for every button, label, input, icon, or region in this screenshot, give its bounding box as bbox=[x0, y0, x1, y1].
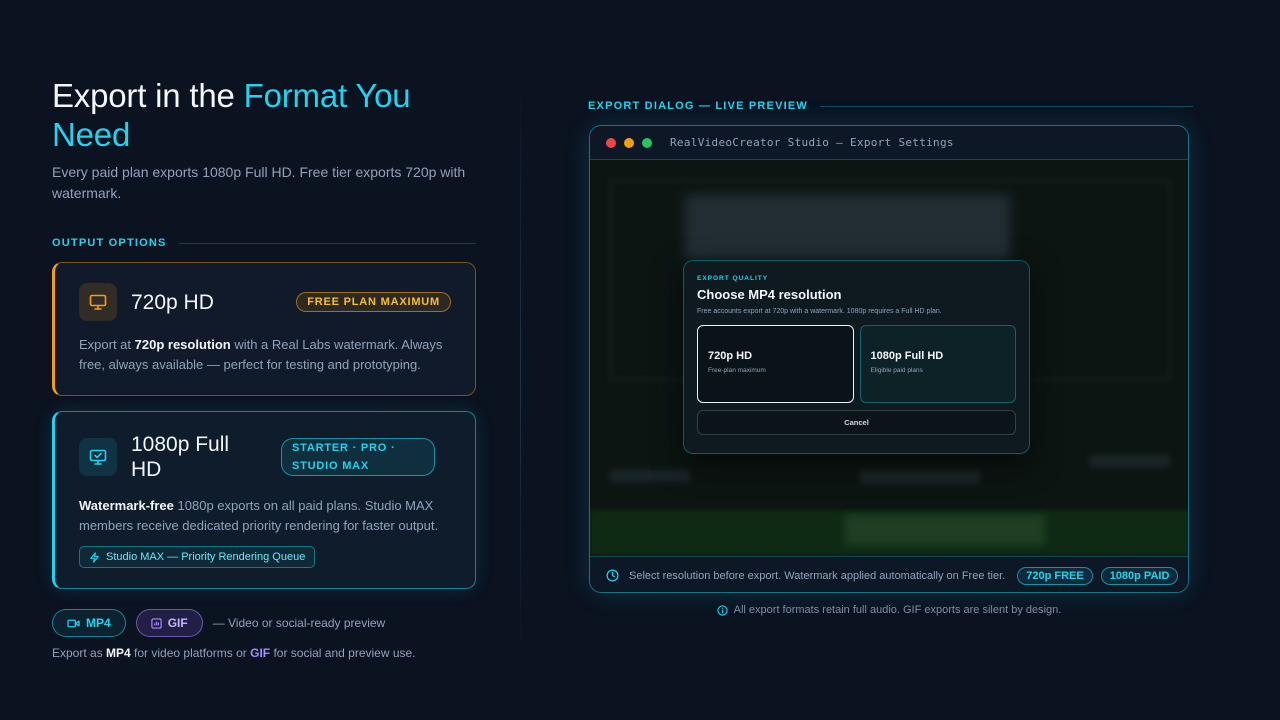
section-divider bbox=[178, 242, 476, 244]
fmt-desc-mp4: MP4 bbox=[106, 646, 131, 660]
option-1080p[interactable]: 1080p Full HD Eligible paid plans bbox=[859, 325, 1016, 403]
monitor-check-icon bbox=[79, 438, 117, 476]
mp4-format-chip[interactable]: MP4 bbox=[52, 609, 126, 637]
blurred-preview bbox=[685, 195, 1010, 260]
status-text: Select resolution before export. Waterma… bbox=[629, 569, 1006, 582]
export-footnote: All export formats retain full audio. GI… bbox=[589, 604, 1189, 616]
format-description: Export as MP4 for video platforms or GIF… bbox=[52, 646, 476, 660]
blurred-timeline-clip bbox=[845, 515, 1045, 545]
format-options: MP4 GIF — Video or social-ready preview bbox=[52, 609, 476, 637]
free-plan-badge: FREE PLAN MAXIMUM bbox=[296, 292, 451, 312]
blurred-text-center bbox=[860, 470, 980, 484]
tag-1080p-paid: 1080p PAID bbox=[1100, 566, 1179, 585]
monitor-icon bbox=[79, 283, 117, 321]
export-quality-dialog: EXPORT QUALITY Choose MP4 resolution Fre… bbox=[683, 260, 1030, 454]
maximize-window-dot[interactable] bbox=[642, 137, 652, 148]
dialog-eyebrow: EXPORT QUALITY bbox=[697, 275, 769, 282]
fmt-desc-post: for social and preview use. bbox=[270, 646, 416, 660]
free-plan-card[interactable]: 720p HD FREE PLAN MAXIMUM Export at 720p… bbox=[52, 262, 476, 396]
full-hd-card[interactable]: 1080p Full HD STARTER · PRO · STUDIO MAX… bbox=[52, 411, 476, 589]
gif-format-chip[interactable]: GIF bbox=[135, 609, 203, 637]
free-card-title: 720p HD bbox=[131, 290, 214, 314]
blurred-editor-background: EXPORT QUALITY Choose MP4 resolution Fre… bbox=[590, 160, 1188, 556]
blurred-text-left bbox=[610, 470, 690, 482]
hd-card-description: Watermark-free 1080p exports on all paid… bbox=[79, 496, 451, 536]
window-titlebar: RealVideoCreator Studio — Export Setting… bbox=[590, 126, 1188, 160]
export-dialog-label: EXPORT DIALOG — LIVE PREVIEW bbox=[588, 100, 1193, 112]
window-title: RealVideoCreator Studio — Export Setting… bbox=[670, 136, 954, 149]
export-window: RealVideoCreator Studio — Export Setting… bbox=[589, 125, 1189, 593]
close-window-dot[interactable] bbox=[606, 137, 616, 148]
right-section-divider bbox=[820, 105, 1193, 107]
blurred-text-right bbox=[1090, 455, 1170, 467]
page-subtitle: Every paid plan exports 1080p Full HD. F… bbox=[52, 164, 466, 201]
mp4-label: MP4 bbox=[86, 616, 111, 630]
priority-rendering-pill: Studio MAX — Priority Rendering Queue bbox=[79, 546, 316, 568]
right-section-label-text: EXPORT DIALOG — LIVE PREVIEW bbox=[588, 100, 809, 112]
minimize-window-dot[interactable] bbox=[624, 137, 634, 148]
page-title: Export in the Format You Need bbox=[52, 76, 476, 154]
priority-label: Studio MAX — Priority Rendering Queue bbox=[106, 551, 306, 563]
free-desc-pre: Export at bbox=[79, 337, 135, 352]
format-note: — Video or social-ready preview bbox=[212, 616, 386, 630]
column-divider bbox=[520, 70, 521, 670]
fmt-desc-pre: Export as bbox=[52, 646, 107, 660]
info-icon bbox=[717, 604, 728, 616]
title-plain: Export in the bbox=[52, 77, 235, 114]
tag-720p-free: 720p FREE bbox=[1017, 566, 1093, 585]
fmt-desc-gif: GIF bbox=[250, 646, 271, 660]
left-panel: Export in the Format You Need Every paid… bbox=[52, 76, 476, 660]
video-icon bbox=[67, 619, 80, 627]
window-statusbar: Select resolution before export. Waterma… bbox=[590, 556, 1188, 592]
section-label-text: OUTPUT OPTIONS bbox=[52, 237, 167, 249]
free-desc-bold: 720p resolution bbox=[134, 337, 231, 352]
option-title: 1080p Full HD bbox=[870, 350, 944, 362]
option-subtitle: Eligible paid plans bbox=[870, 367, 923, 374]
dialog-subtitle: Free accounts export at 720p with a wate… bbox=[697, 308, 942, 315]
free-card-description: Export at 720p resolution with a Real La… bbox=[79, 335, 451, 375]
option-720p[interactable]: 720p HD Free-plan maximum bbox=[697, 325, 854, 403]
resolution-options: 720p HD Free-plan maximum 1080p Full HD … bbox=[697, 325, 1016, 403]
option-title: 720p HD bbox=[708, 350, 753, 362]
gif-label: GIF bbox=[167, 616, 188, 630]
dialog-title: Choose MP4 resolution bbox=[697, 287, 842, 302]
footnote-text: All export formats retain full audio. GI… bbox=[733, 604, 1062, 616]
hd-desc-bold: Watermark-free bbox=[79, 498, 174, 513]
cancel-button[interactable]: Cancel bbox=[697, 410, 1016, 435]
fmt-desc-mid: for video platforms or bbox=[130, 646, 251, 660]
paid-plans-badge: STARTER · PRO · STUDIO MAX bbox=[281, 438, 435, 476]
hd-card-title: 1080p Full HD bbox=[131, 433, 230, 481]
output-options-label: OUTPUT OPTIONS bbox=[52, 237, 476, 249]
clock-icon bbox=[606, 569, 619, 582]
lightning-icon bbox=[90, 551, 99, 563]
image-chart-icon bbox=[151, 617, 162, 629]
option-subtitle: Free-plan maximum bbox=[708, 367, 766, 374]
